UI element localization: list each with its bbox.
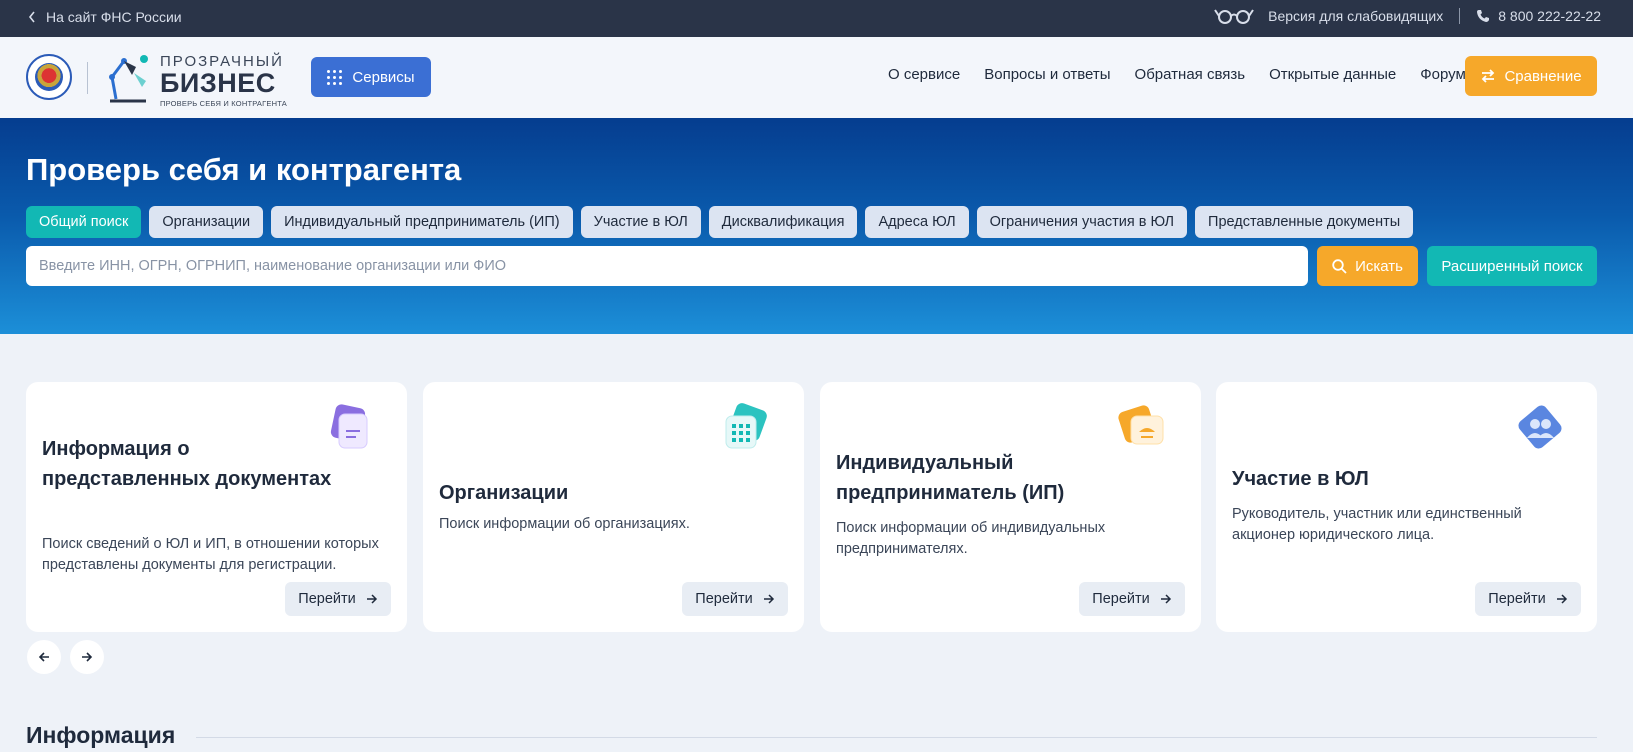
carousel-prev-button[interactable] bbox=[27, 640, 61, 674]
arrow-right-icon bbox=[82, 652, 93, 662]
arrow-right-icon bbox=[1556, 594, 1567, 604]
main-nav: О сервисе Вопросы и ответы Обратная связ… bbox=[888, 66, 1466, 83]
nav-about[interactable]: О сервисе bbox=[888, 66, 960, 83]
card-participation[interactable]: Участие в ЮЛ Руководитель, участник или … bbox=[1216, 382, 1597, 632]
grid-dots-icon bbox=[327, 69, 343, 85]
fns-emblem-logo[interactable] bbox=[26, 54, 72, 100]
tab-entrepreneur[interactable]: Индивидуальный предприниматель (ИП) bbox=[271, 206, 573, 238]
back-link-label: На сайт ФНС России bbox=[46, 9, 182, 25]
phone-icon bbox=[1477, 10, 1490, 22]
nav-faq[interactable]: Вопросы и ответы bbox=[984, 66, 1110, 83]
nav-open-data[interactable]: Открытые данные bbox=[1269, 66, 1396, 83]
advanced-search-button[interactable]: Расширенный поиск bbox=[1427, 246, 1597, 286]
logo-tagline: ПРОВЕРЬ СЕБЯ И КОНТРАГЕНТА bbox=[160, 99, 287, 108]
go-label: Перейти bbox=[695, 591, 753, 607]
go-button[interactable]: Перейти bbox=[682, 582, 788, 616]
tab-organizations[interactable]: Организации bbox=[149, 206, 264, 238]
phone-link[interactable]: 8 800 222-22-22 bbox=[1476, 8, 1601, 24]
organization-icon bbox=[725, 403, 767, 449]
tab-addresses[interactable]: Адреса ЮЛ bbox=[865, 206, 969, 238]
tab-participation[interactable]: Участие в ЮЛ bbox=[580, 206, 701, 238]
nav-feedback[interactable]: Обратная связь bbox=[1135, 66, 1246, 83]
arrow-right-icon bbox=[1160, 594, 1171, 604]
card-title: Индивидуальный предприниматель (ИП) bbox=[836, 452, 1065, 504]
back-to-fns-link[interactable]: На сайт ФНС России bbox=[28, 9, 182, 25]
compare-arrows-icon bbox=[1482, 69, 1495, 83]
logo-divider bbox=[87, 62, 88, 94]
compare-label: Сравнение bbox=[1504, 67, 1582, 85]
go-label: Перейти bbox=[1488, 591, 1546, 607]
card-title: Организации bbox=[439, 482, 569, 504]
tab-general-search[interactable]: Общий поиск bbox=[26, 206, 142, 238]
card-title: Участие в ЮЛ bbox=[1232, 468, 1369, 490]
accessibility-label: Версия для слабовидящих bbox=[1268, 8, 1444, 24]
go-label: Перейти bbox=[1092, 591, 1150, 607]
search-button[interactable]: Искать bbox=[1317, 246, 1418, 286]
card-organizations[interactable]: Организации Поиск информации об организа… bbox=[423, 382, 804, 632]
search-tabs: Общий поиск Организации Индивидуальный п… bbox=[26, 206, 1414, 238]
card-description: Поиск информации об организациях. bbox=[439, 516, 690, 532]
participants-icon bbox=[1518, 405, 1562, 449]
go-button[interactable]: Перейти bbox=[285, 582, 391, 616]
tab-restrictions[interactable]: Ограничения участия в ЮЛ bbox=[976, 206, 1188, 238]
arrow-left-icon bbox=[38, 652, 49, 662]
go-button[interactable]: Перейти bbox=[1079, 582, 1185, 616]
lamp-logo-icon[interactable] bbox=[104, 53, 152, 103]
hero-title: Проверь себя и контрагента bbox=[26, 152, 462, 187]
info-section-title: Информация bbox=[26, 722, 176, 748]
search-icon bbox=[1332, 258, 1347, 274]
search-button-label: Искать bbox=[1355, 257, 1403, 275]
go-button[interactable]: Перейти bbox=[1475, 582, 1581, 616]
go-label: Перейти bbox=[298, 591, 356, 607]
phone-number: 8 800 222-22-22 bbox=[1498, 8, 1601, 24]
card-entrepreneur[interactable]: Индивидуальный предприниматель (ИП) Поис… bbox=[820, 382, 1201, 632]
chevron-left-icon bbox=[28, 11, 35, 23]
services-label: Сервисы bbox=[352, 68, 415, 86]
divider bbox=[1459, 8, 1461, 24]
arrow-right-icon bbox=[366, 594, 377, 604]
arrow-right-icon bbox=[763, 594, 774, 604]
card-description: Руководитель, участник или единственный … bbox=[1232, 506, 1522, 543]
tab-disqualification[interactable]: Дисквалификация bbox=[708, 206, 858, 238]
tab-submitted-documents[interactable]: Представленные документы bbox=[1195, 206, 1414, 238]
hero-search-section: Проверь себя и контрагента Общий поиск О… bbox=[0, 118, 1633, 334]
glasses-icon bbox=[1214, 9, 1254, 24]
search-input[interactable] bbox=[26, 246, 1308, 286]
logo-line-2: БИЗНЕС bbox=[160, 68, 276, 98]
services-button[interactable]: Сервисы bbox=[311, 57, 431, 97]
section-divider bbox=[196, 737, 1597, 738]
top-bar: На сайт ФНС России Версия для слабовидящ… bbox=[0, 0, 1633, 37]
nav-forum[interactable]: Форум bbox=[1420, 66, 1466, 83]
logo-line-1: ПРОЗРАЧНЫЙ bbox=[160, 53, 284, 70]
service-logo-text[interactable]: ПРОЗРАЧНЫЙ БИЗНЕС ПРОВЕРЬ СЕБЯ И КОНТРАГ… bbox=[160, 54, 287, 108]
accessibility-version-link[interactable]: Версия для слабовидящих bbox=[1214, 8, 1443, 24]
header: ПРОЗРАЧНЫЙ БИЗНЕС ПРОВЕРЬ СЕБЯ И КОНТРАГ… bbox=[0, 37, 1633, 118]
card-title: Информация о представленных документах bbox=[42, 438, 332, 490]
card-description: Поиск сведений о ЮЛ и ИП, в отношении ко… bbox=[42, 536, 379, 573]
card-description: Поиск информации об индивидуальных предп… bbox=[836, 520, 1106, 557]
card-submitted-documents[interactable]: Информация о представленных документах П… bbox=[26, 382, 407, 632]
carousel-next-button[interactable] bbox=[70, 640, 104, 674]
compare-button[interactable]: Сравнение bbox=[1465, 56, 1597, 96]
